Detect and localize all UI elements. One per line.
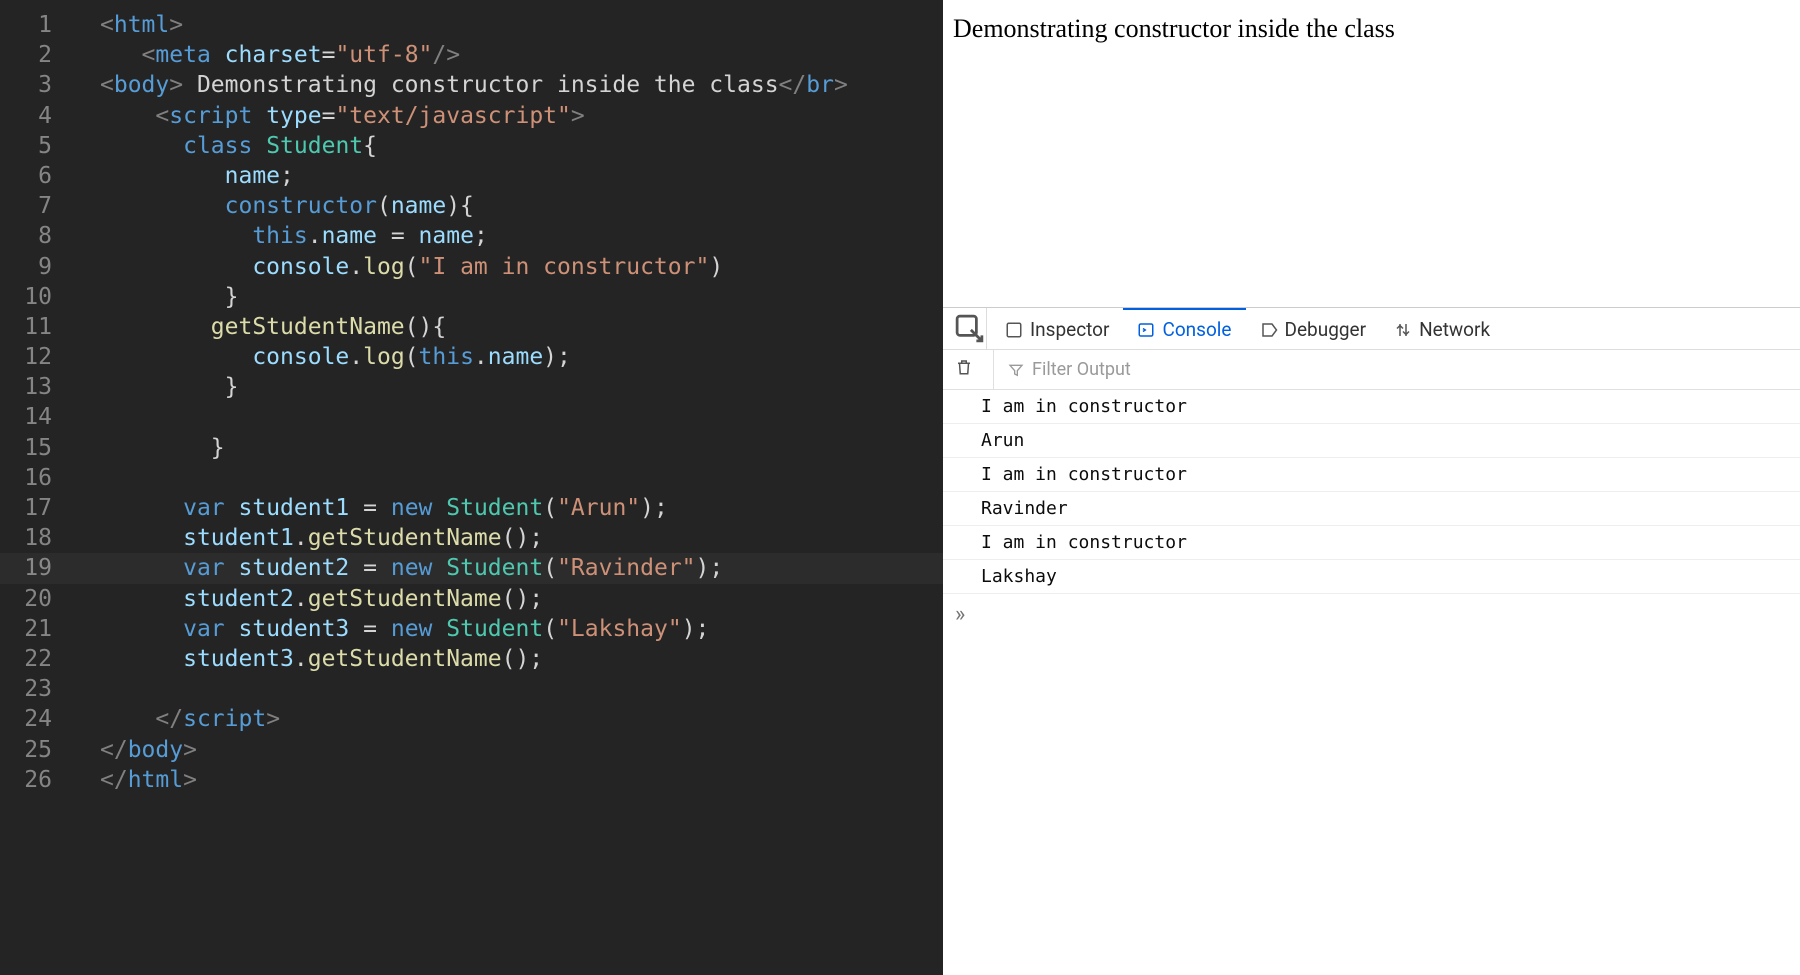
- line-number-gutter: 1234567891011121314151617181920212223242…: [0, 10, 70, 795]
- tab-console-label: Console: [1162, 318, 1231, 341]
- code-line[interactable]: console.log("I am in constructor"): [100, 252, 943, 282]
- code-line[interactable]: constructor(name){: [100, 191, 943, 221]
- right-pane: Demonstrating constructor inside the cla…: [943, 0, 1800, 975]
- console-output: I am in constructorArunI am in construct…: [943, 390, 1800, 594]
- code-line[interactable]: }: [100, 433, 943, 463]
- rendered-page: Demonstrating constructor inside the cla…: [943, 0, 1800, 308]
- network-icon: [1394, 321, 1412, 339]
- line-number: 12: [0, 342, 70, 372]
- tab-debugger[interactable]: Debugger: [1246, 308, 1381, 349]
- element-picker-button[interactable]: [953, 308, 987, 349]
- console-prompt[interactable]: »: [943, 594, 1800, 635]
- code-editor[interactable]: 1234567891011121314151617181920212223242…: [0, 0, 943, 975]
- clear-console-button[interactable]: [955, 358, 973, 381]
- line-number: 23: [0, 674, 70, 704]
- code-line[interactable]: student3.getStudentName();: [100, 644, 943, 674]
- code-line[interactable]: var student3 = new Student("Lakshay");: [100, 614, 943, 644]
- line-number: 18: [0, 523, 70, 553]
- filter-icon: [1008, 362, 1024, 378]
- console-filter[interactable]: Filter Output: [993, 350, 1131, 389]
- code-line[interactable]: console.log(this.name);: [100, 342, 943, 372]
- line-number: 25: [0, 735, 70, 765]
- tab-network[interactable]: Network: [1380, 308, 1504, 349]
- code-line[interactable]: getStudentName(){: [100, 312, 943, 342]
- console-icon: [1137, 321, 1155, 339]
- line-number: 6: [0, 161, 70, 191]
- console-row: Ravinder: [943, 492, 1800, 526]
- console-filter-placeholder: Filter Output: [1032, 359, 1131, 380]
- line-number: 15: [0, 433, 70, 463]
- line-number: 3: [0, 70, 70, 100]
- console-row: Arun: [943, 424, 1800, 458]
- line-number: 21: [0, 614, 70, 644]
- devtools-panel: Inspector Console Debugger: [943, 308, 1800, 975]
- code-line[interactable]: }: [100, 372, 943, 402]
- page-text: Demonstrating constructor inside the cla…: [953, 14, 1395, 43]
- line-number: 10: [0, 282, 70, 312]
- code-line[interactable]: this.name = name;: [100, 221, 943, 251]
- tab-debugger-label: Debugger: [1285, 318, 1367, 341]
- tab-inspector-label: Inspector: [1030, 318, 1109, 341]
- trash-icon: [955, 358, 973, 376]
- inspector-icon: [1005, 321, 1023, 339]
- line-number: 4: [0, 101, 70, 131]
- code-line[interactable]: [100, 463, 943, 493]
- line-number: 16: [0, 463, 70, 493]
- line-number: 22: [0, 644, 70, 674]
- tab-inspector[interactable]: Inspector: [991, 308, 1123, 349]
- line-number: 14: [0, 402, 70, 432]
- prompt-glyph: »: [955, 602, 965, 627]
- line-number: 1: [0, 10, 70, 40]
- code-area[interactable]: <html> <meta charset="utf-8"/><body> Dem…: [100, 10, 943, 795]
- code-line[interactable]: [100, 402, 943, 432]
- console-row: I am in constructor: [943, 458, 1800, 492]
- line-number: 7: [0, 191, 70, 221]
- line-number: 9: [0, 252, 70, 282]
- line-number: 5: [0, 131, 70, 161]
- line-number: 11: [0, 312, 70, 342]
- code-line[interactable]: }: [100, 282, 943, 312]
- console-row: Lakshay: [943, 560, 1800, 594]
- code-line[interactable]: var student2 = new Student("Ravinder");: [0, 553, 943, 583]
- line-number: 13: [0, 372, 70, 402]
- code-line[interactable]: <meta charset="utf-8"/>: [100, 40, 943, 70]
- code-line[interactable]: </script>: [100, 704, 943, 734]
- code-line[interactable]: </body>: [100, 735, 943, 765]
- line-number: 17: [0, 493, 70, 523]
- console-toolbar: Filter Output: [943, 350, 1800, 390]
- debugger-icon: [1260, 321, 1278, 339]
- tab-network-label: Network: [1419, 318, 1490, 341]
- line-number: 8: [0, 221, 70, 251]
- console-row: I am in constructor: [943, 526, 1800, 560]
- line-number: 24: [0, 704, 70, 734]
- console-row: I am in constructor: [943, 390, 1800, 424]
- line-number: 20: [0, 584, 70, 614]
- code-line[interactable]: var student1 = new Student("Arun");: [100, 493, 943, 523]
- tab-console[interactable]: Console: [1123, 308, 1245, 349]
- code-line[interactable]: </html>: [100, 765, 943, 795]
- code-line[interactable]: name;: [100, 161, 943, 191]
- code-line[interactable]: <script type="text/javascript">: [100, 101, 943, 131]
- line-number: 2: [0, 40, 70, 70]
- code-line[interactable]: student1.getStudentName();: [100, 523, 943, 553]
- element-picker-icon: [953, 312, 986, 345]
- code-line[interactable]: <body> Demonstrating constructor inside …: [100, 70, 943, 100]
- code-line[interactable]: <html>: [100, 10, 943, 40]
- devtools-tabbar: Inspector Console Debugger: [943, 308, 1800, 350]
- line-number: 26: [0, 765, 70, 795]
- code-line[interactable]: [100, 674, 943, 704]
- code-line[interactable]: class Student{: [100, 131, 943, 161]
- code-line[interactable]: student2.getStudentName();: [100, 584, 943, 614]
